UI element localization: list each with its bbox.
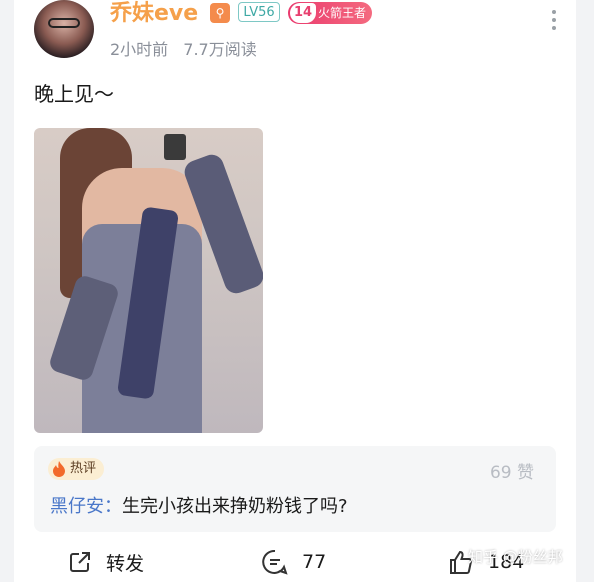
share-button[interactable]: 转发 [68, 542, 144, 582]
watermark: 知乎 @粉丝邦 [468, 548, 563, 566]
hot-comment-author[interactable]: 黑仔安： [50, 496, 122, 517]
comment-icon [262, 549, 288, 575]
flame-icon [53, 461, 65, 477]
rank-number: 14 [290, 3, 316, 23]
hot-comment-line: 黑仔安：生完小孩出来挣奶粉钱了吗? [50, 492, 348, 518]
more-options-icon[interactable] [546, 8, 562, 34]
post-meta: 2小时前 7.7万阅读 [110, 36, 267, 60]
hot-comment-tag: 热评 [48, 458, 105, 480]
post-reads: 7.7万阅读 [183, 40, 257, 59]
rank-badge: 14 火箭王者 [288, 2, 372, 24]
post-image[interactable] [34, 128, 263, 433]
hot-comment[interactable]: 热评 69 赞 黑仔安：生完小孩出来挣奶粉钱了吗? [34, 446, 556, 532]
rank-title: 火箭王者 [318, 6, 367, 20]
author-name[interactable]: 乔妹eve [110, 0, 198, 28]
avatar[interactable] [34, 0, 94, 58]
comment-button[interactable]: 77 [262, 542, 326, 582]
hot-comment-text: 生完小孩出来挣奶粉钱了吗? [122, 496, 348, 517]
post-time: 2小时前 [110, 40, 169, 59]
level-badge: LV56 [238, 2, 280, 22]
post-card: 乔妹eve ⚲ LV56 14 火箭王者 2小时前 7.7万阅读 晚上见～ 热评… [14, 0, 576, 582]
avatar-glasses-detail [48, 18, 80, 28]
comment-count: 77 [302, 551, 327, 573]
share-label: 转发 [106, 552, 145, 575]
share-icon [70, 552, 90, 572]
hot-comment-tag-label: 热评 [70, 461, 97, 476]
post-text: 晚上见～ [34, 82, 114, 106]
hot-comment-likes: 69 赞 [489, 463, 534, 483]
search-key-icon: ⚲ [210, 3, 230, 23]
